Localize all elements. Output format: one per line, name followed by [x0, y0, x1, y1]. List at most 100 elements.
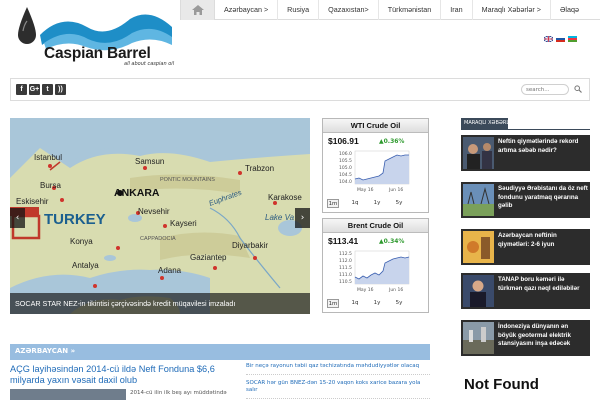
map-label-nevsehir: Nevsehir [138, 207, 170, 216]
oil-price: $106.91 [328, 136, 359, 146]
y-tick: 105.5 [339, 158, 352, 164]
azerbaijan-flag-icon[interactable] [568, 36, 577, 42]
nav-item-turkmenistan[interactable]: Türkmənistan [379, 0, 442, 20]
sidebar-heading: Maraqlı Xəbərlər [461, 118, 517, 129]
map-label-karakose: Karakose [268, 193, 302, 202]
tab-5y[interactable]: 5y [393, 199, 405, 208]
map-label-gaziantep: Gaziantep [190, 253, 227, 262]
x-tick: Jun 16 [388, 187, 403, 193]
wti-price-chart: 106.0 105.5 105.0 104.5 104.0 May 16 Jun… [339, 150, 410, 193]
y-tick: 112.0 [339, 258, 352, 264]
news-title[interactable]: TANAP boru kəməri ilə türkmən qazı nəql … [498, 276, 588, 293]
twitter-icon[interactable]: t [42, 84, 53, 95]
news-thumbnail [463, 137, 494, 169]
slider-prev-arrow[interactable]: ‹ [10, 208, 25, 228]
tab-1q[interactable]: 1q [349, 299, 361, 308]
map-label-kayseri: Kayseri [170, 219, 197, 228]
map-label-cappadocia: CAPPADOCIA [140, 236, 176, 242]
search-input[interactable] [521, 84, 569, 95]
main-article-excerpt: 2014-cü ilin ilk beş ayı müddətində [130, 390, 227, 396]
main-article-headline[interactable]: AÇG layihəsindən 2014-cü ildə Neft Fondu… [10, 364, 238, 386]
sidebar-news-item[interactable]: İndoneziya dünyanın ən böyük geotermal e… [461, 320, 590, 356]
x-tick: May 16 [357, 187, 374, 193]
language-switcher [544, 36, 577, 42]
y-tick: 112.5 [339, 251, 352, 257]
nav-item-maraqli-xeberler[interactable]: Maraqlı Xəbərlər > [473, 0, 551, 20]
english-flag-icon[interactable] [544, 36, 553, 42]
tab-1y[interactable]: 1y [371, 299, 383, 308]
news-thumbnail [463, 275, 494, 307]
news-thumbnail [463, 184, 494, 216]
map-label-eskisehir: Eskisehir [16, 197, 49, 206]
not-found-heading: Not Found [464, 376, 539, 393]
sidebar-divider [461, 129, 590, 130]
map-label-ankara: ANKARA [114, 187, 160, 199]
map-label-konya: Konya [70, 237, 93, 246]
sidebar-news-item[interactable]: Neftin qiymətlərində rekord artıma səbəb… [461, 135, 590, 171]
nav-item-rusiya[interactable]: Rusiya [278, 0, 320, 20]
map-label-bursa: Bursa [40, 181, 61, 190]
map-label-samsun: Samsun [135, 157, 164, 166]
map-label-trabzon: Trabzon [245, 164, 274, 173]
x-tick: Jun 16 [388, 287, 403, 293]
y-tick: 111.0 [339, 272, 352, 278]
main-navigation: Azərbaycan > Rusiya Qazaxıstan> Türkməni… [180, 0, 600, 20]
featured-slider[interactable]: Istanbul Samsun Trabzon Bursa Eskisehir … [10, 118, 310, 314]
nav-item-iran[interactable]: Iran [441, 0, 473, 20]
map-label-diyarbakir: Diyarbakir [232, 241, 268, 250]
logo[interactable]: Caspian Barrel all about caspian oil [12, 5, 177, 67]
map-label-adana: Adana [158, 266, 182, 275]
list-item[interactable]: SOCAR hər gün BNEZ-dən 15-20 vaqon koks … [246, 380, 430, 399]
tab-5y[interactable]: 5y [393, 299, 405, 308]
slider-next-arrow[interactable]: › [295, 208, 310, 228]
news-title[interactable]: Səudiyyə Ərəbistanı da öz neft fondunu y… [498, 185, 588, 211]
news-thumbnail [463, 231, 494, 263]
search-icon[interactable] [574, 85, 582, 93]
nav-item-elaqe[interactable]: Əlaqə [551, 0, 588, 20]
nav-item-azerbaycan[interactable]: Azərbaycan > [215, 0, 279, 20]
sidebar-news-item[interactable]: Azərbaycan neftinin qiymətləri: 2-6 iyun [461, 229, 590, 265]
oil-price: $113.41 [328, 236, 359, 246]
rss-icon[interactable]: )) [55, 84, 66, 95]
category-article-list: Bir neçə rayonun təbii qaz təchizatında … [246, 363, 430, 400]
sidebar-news-item[interactable]: Səudiyyə Ərəbistanı da öz neft fondunu y… [461, 182, 590, 218]
y-tick: 111.5 [339, 265, 352, 271]
oil-range-tabs: 1m 1q 1y 5y [327, 299, 405, 308]
google-plus-icon[interactable]: G+ [29, 84, 40, 95]
map-label-pontic: PONTIC MOUNTAINS [160, 177, 215, 183]
y-tick: 105.0 [339, 165, 352, 171]
brent-crude-oil-widget: Brent Crude Oil $113.41 ▲0.34% 112.5 112… [322, 218, 429, 313]
map-label-istanbul: Istanbul [34, 153, 62, 162]
logo-tagline: all about caspian oil [124, 61, 175, 67]
tab-1q[interactable]: 1q [349, 199, 361, 208]
oil-widget-title: Brent Crude Oil [323, 219, 428, 233]
y-tick: 104.5 [339, 172, 352, 178]
category-header[interactable]: AZƏRBAYCAN » [10, 344, 430, 360]
oil-range-tabs: 1m 1q 1y 5y [327, 199, 405, 208]
map-label-turkey: TURKEY [44, 211, 106, 228]
list-item[interactable]: Bir neçə rayonun təbii qaz təchizatında … [246, 363, 430, 375]
oil-widget-title: WTI Crude Oil [323, 119, 428, 133]
facebook-icon[interactable]: f [16, 84, 27, 95]
nav-item-qazaxistan[interactable]: Qazaxıstan> [319, 0, 379, 20]
wti-crude-oil-widget: WTI Crude Oil $106.91 ▲0.36% 106.0 105.5… [322, 118, 429, 213]
home-button[interactable] [181, 0, 215, 20]
news-title[interactable]: Azərbaycan neftinin qiymətləri: 2-6 iyun [498, 232, 588, 249]
tab-1y[interactable]: 1y [371, 199, 383, 208]
slider-caption[interactable]: SOCAR STAR NEZ-in tikintisi çərçivəsində… [10, 293, 310, 314]
category-label[interactable]: AZƏRBAYCAN » [15, 344, 75, 359]
tab-1m[interactable]: 1m [327, 199, 339, 208]
main-article-thumbnail[interactable] [10, 389, 126, 400]
tab-1m[interactable]: 1m [327, 299, 339, 308]
x-tick: May 16 [357, 287, 374, 293]
news-title[interactable]: İndoneziya dünyanın ən böyük geotermal e… [498, 323, 588, 349]
y-tick: 110.5 [339, 279, 352, 285]
russian-flag-icon[interactable] [556, 36, 565, 42]
social-bar: f G+ t )) [10, 78, 590, 101]
y-tick: 104.0 [339, 179, 352, 185]
sidebar-news-item[interactable]: TANAP boru kəməri ilə türkmən qazı nəql … [461, 273, 590, 309]
home-icon [191, 4, 204, 15]
news-thumbnail [463, 322, 494, 354]
news-title[interactable]: Neftin qiymətlərində rekord artıma səbəb… [498, 138, 588, 155]
y-tick: 106.0 [339, 151, 352, 157]
